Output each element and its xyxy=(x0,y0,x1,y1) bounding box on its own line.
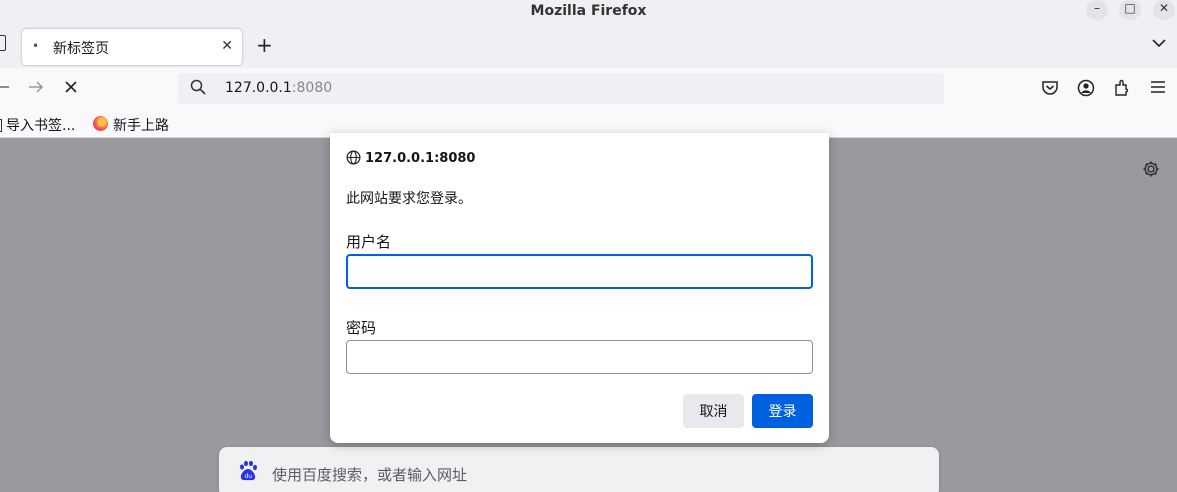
tab-new-tab[interactable]: • 新标签页 ✕ xyxy=(22,29,242,65)
bookmark-label: 导入书签... xyxy=(6,118,76,134)
search-icon xyxy=(190,79,206,99)
navigation-bar: 127.0.0.1:8080 xyxy=(0,68,1177,110)
pocket-icon[interactable] xyxy=(1041,79,1059,97)
password-field[interactable] xyxy=(346,340,813,374)
close-icon[interactable]: ✕ xyxy=(1153,0,1175,20)
new-tab-button[interactable]: + xyxy=(256,33,273,57)
newtab-search-box[interactable]: du 使用百度搜索，或者输入网址 xyxy=(219,447,939,492)
globe-icon xyxy=(346,150,361,169)
username-field[interactable] xyxy=(346,254,813,289)
dialog-message: 此网站要求您登录。 xyxy=(346,191,472,207)
svg-text:du: du xyxy=(245,473,253,480)
baidu-icon: du xyxy=(237,460,259,482)
import-icon xyxy=(0,119,2,132)
dialog-origin-text: 127.0.0.1:8080 xyxy=(365,151,476,166)
firefox-icon xyxy=(93,116,108,131)
tab-label: 新标签页 xyxy=(53,41,109,57)
tab-overview-icon[interactable] xyxy=(0,35,6,51)
extensions-icon[interactable] xyxy=(1113,79,1131,97)
username-label: 用户名 xyxy=(346,233,392,251)
login-dialog: 127.0.0.1:8080 此网站要求您登录。 用户名 密码 取消 登录 xyxy=(330,133,829,443)
bookmark-import[interactable]: 导入书签... xyxy=(0,115,75,135)
gear-icon[interactable] xyxy=(1142,160,1160,182)
window-titlebar: Mozilla Firefox – □ ✕ xyxy=(0,0,1177,24)
bookmark-getting-started[interactable]: 新手上路 xyxy=(113,115,169,135)
url-port: :8080 xyxy=(291,80,333,96)
menu-icon[interactable] xyxy=(1150,79,1168,97)
forward-icon[interactable] xyxy=(28,78,44,99)
tab-close-icon[interactable]: ✕ xyxy=(221,38,233,54)
tab-loading-icon: • xyxy=(32,39,40,53)
maximize-icon[interactable]: □ xyxy=(1119,0,1141,20)
dialog-origin: 127.0.0.1:8080 xyxy=(346,150,475,169)
window-title: Mozilla Firefox xyxy=(530,3,647,19)
login-button[interactable]: 登录 xyxy=(752,394,813,428)
stop-icon[interactable] xyxy=(64,78,78,99)
password-label: 密码 xyxy=(346,319,377,337)
back-icon[interactable] xyxy=(0,78,10,99)
url-bar[interactable]: 127.0.0.1:8080 xyxy=(178,73,944,104)
chevron-down-icon[interactable] xyxy=(1152,36,1166,52)
account-icon[interactable] xyxy=(1077,79,1095,97)
search-placeholder: 使用百度搜索，或者输入网址 xyxy=(272,466,468,484)
cancel-button[interactable]: 取消 xyxy=(683,394,744,428)
url-text: 127.0.0.1:8080 xyxy=(225,80,332,96)
bookmark-label: 新手上路 xyxy=(113,118,169,134)
minimize-icon[interactable]: – xyxy=(1086,0,1108,20)
url-host: 127.0.0.1 xyxy=(225,80,292,96)
